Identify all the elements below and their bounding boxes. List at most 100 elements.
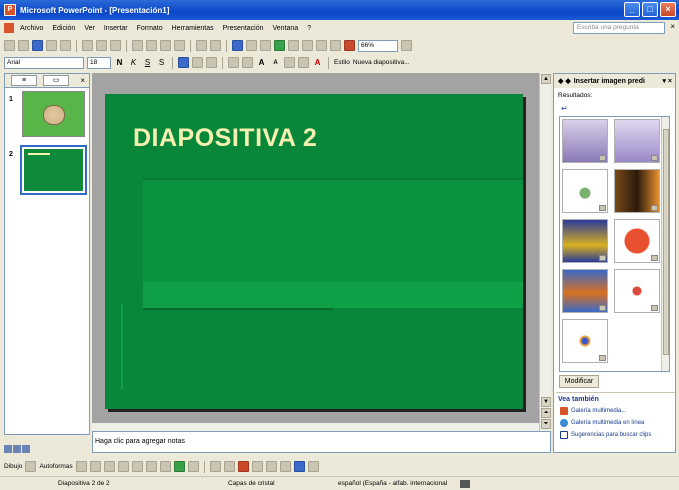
textbox-icon[interactable] (131, 461, 143, 472)
scroll-up-icon[interactable]: ▲ (541, 74, 551, 84)
font-color-icon[interactable] (237, 461, 249, 472)
show-formatting-icon[interactable] (316, 40, 327, 51)
minimize-button[interactable]: _ (624, 2, 640, 17)
open-icon[interactable] (18, 40, 29, 51)
line-color-icon[interactable] (223, 461, 235, 472)
cut-icon[interactable] (132, 40, 143, 51)
slide-sorter-view-icon[interactable] (13, 445, 21, 453)
close-document-icon[interactable]: × (670, 22, 675, 31)
menu-archivo[interactable]: Archivo (20, 25, 43, 32)
numbering-icon[interactable] (228, 57, 239, 68)
new-icon[interactable] (4, 40, 15, 51)
menu-formato[interactable]: Formato (137, 25, 163, 32)
clip-menu-icon[interactable] (599, 355, 606, 361)
increase-font-button[interactable]: A (256, 58, 267, 67)
line-style-icon[interactable] (251, 461, 263, 472)
clip-menu-icon[interactable] (651, 305, 658, 311)
design-button[interactable]: Estilo (334, 59, 350, 66)
email-icon[interactable] (60, 40, 71, 51)
font-select[interactable]: Arial (4, 56, 84, 69)
undo-icon[interactable] (196, 40, 207, 51)
picture-icon[interactable] (187, 461, 199, 472)
tables-borders-icon[interactable] (260, 40, 271, 51)
menu-presentacion[interactable]: Presentación (223, 25, 264, 32)
clipart-item[interactable] (562, 219, 608, 263)
increase-indent-icon[interactable] (298, 57, 309, 68)
slide-title[interactable]: DIAPOSITIVA 2 (133, 124, 317, 153)
align-left-icon[interactable] (178, 57, 189, 68)
oval-icon[interactable] (117, 461, 129, 472)
close-window-button[interactable]: × (660, 2, 676, 17)
menu-herramientas[interactable]: Herramientas (172, 25, 214, 32)
clipart-item[interactable] (562, 319, 608, 363)
expand-all-icon[interactable] (302, 40, 313, 51)
modify-button[interactable]: Modificar (559, 375, 599, 388)
back-forward-icon[interactable]: ◆ ◆ (558, 77, 571, 85)
results-scroll-thumb[interactable] (663, 129, 669, 355)
color-grayscale-icon[interactable] (344, 40, 355, 51)
permission-icon[interactable] (46, 40, 57, 51)
arrow-icon[interactable] (89, 461, 101, 472)
notes-pane[interactable]: Haga clic para agregar notas (92, 431, 551, 453)
print-icon[interactable] (82, 40, 93, 51)
redo-icon[interactable] (210, 40, 221, 51)
help-icon[interactable] (401, 40, 412, 51)
format-painter-icon[interactable] (174, 40, 185, 51)
insert-clipart-icon[interactable] (274, 40, 285, 51)
align-center-icon[interactable] (192, 57, 203, 68)
dash-style-icon[interactable] (265, 461, 277, 472)
print-preview-icon[interactable] (96, 40, 107, 51)
powerpoint-app-icon[interactable]: P (4, 4, 16, 16)
refresh-icon[interactable]: ↵ (561, 104, 571, 113)
underline-button[interactable]: S (142, 58, 153, 67)
menu-help[interactable]: ? (307, 25, 311, 32)
link-online-gallery[interactable]: Galería multimedia en línea (560, 419, 675, 427)
maximize-button[interactable]: □ (642, 2, 658, 17)
slide-thumbnail-2[interactable] (20, 145, 87, 195)
draw-menu-button[interactable]: Dibujo (4, 463, 22, 470)
slideshow-view-icon[interactable] (22, 445, 30, 453)
font-color-button[interactable]: A (312, 58, 323, 67)
3d-style-icon[interactable] (307, 461, 319, 472)
next-slide-icon[interactable]: ⏷ (541, 419, 551, 429)
slide-thumbnail-1[interactable] (22, 91, 85, 137)
diagram-icon[interactable] (159, 461, 171, 472)
clipart-item[interactable] (614, 219, 660, 263)
new-slide-button[interactable]: Nueva diapositiva... (353, 59, 410, 66)
align-right-icon[interactable] (206, 57, 217, 68)
decrease-indent-icon[interactable] (284, 57, 295, 68)
tab-slides[interactable]: ▭ (43, 75, 69, 86)
close-panel-icon[interactable]: × (80, 76, 85, 85)
clip-menu-icon[interactable] (651, 255, 658, 261)
line-icon[interactable] (75, 461, 87, 472)
clipart-item[interactable] (614, 169, 660, 213)
clip-menu-icon[interactable] (599, 305, 606, 311)
clipart-item[interactable] (562, 269, 608, 313)
horizontal-scrollbar[interactable] (92, 423, 539, 431)
insert-table-icon[interactable] (246, 40, 257, 51)
clip-menu-icon[interactable] (651, 205, 658, 211)
italic-button[interactable]: K (128, 58, 139, 67)
link-media-gallery[interactable]: Galería multimedia... (560, 407, 675, 415)
current-slide[interactable]: DIAPOSITIVA 2 (105, 94, 523, 409)
spellcheck-status-icon[interactable] (460, 480, 470, 488)
bullets-icon[interactable] (242, 57, 253, 68)
autoshapes-button[interactable]: Autoformas (39, 463, 72, 470)
normal-view-icon[interactable] (4, 445, 12, 453)
menu-edicion[interactable]: Edición (52, 25, 75, 32)
copy-icon[interactable] (146, 40, 157, 51)
wordart-icon[interactable] (145, 461, 157, 472)
previous-slide-icon[interactable]: ⏶ (541, 408, 551, 418)
menu-ventana[interactable]: Ventana (273, 25, 299, 32)
link-search-tips[interactable]: Sugerencias para buscar clips (560, 431, 675, 439)
save-icon[interactable] (32, 40, 43, 51)
clip-menu-icon[interactable] (599, 205, 606, 211)
font-size-select[interactable]: 18 (87, 56, 111, 69)
clip-menu-icon[interactable] (599, 155, 606, 161)
grid-icon[interactable] (330, 40, 341, 51)
rectangle-icon[interactable] (103, 461, 115, 472)
arrow-style-icon[interactable] (279, 461, 291, 472)
menu-insertar[interactable]: Insertar (104, 25, 128, 32)
help-search-input[interactable]: Escriba una pregunta (573, 22, 665, 34)
scroll-down-icon[interactable]: ▼ (541, 397, 551, 407)
